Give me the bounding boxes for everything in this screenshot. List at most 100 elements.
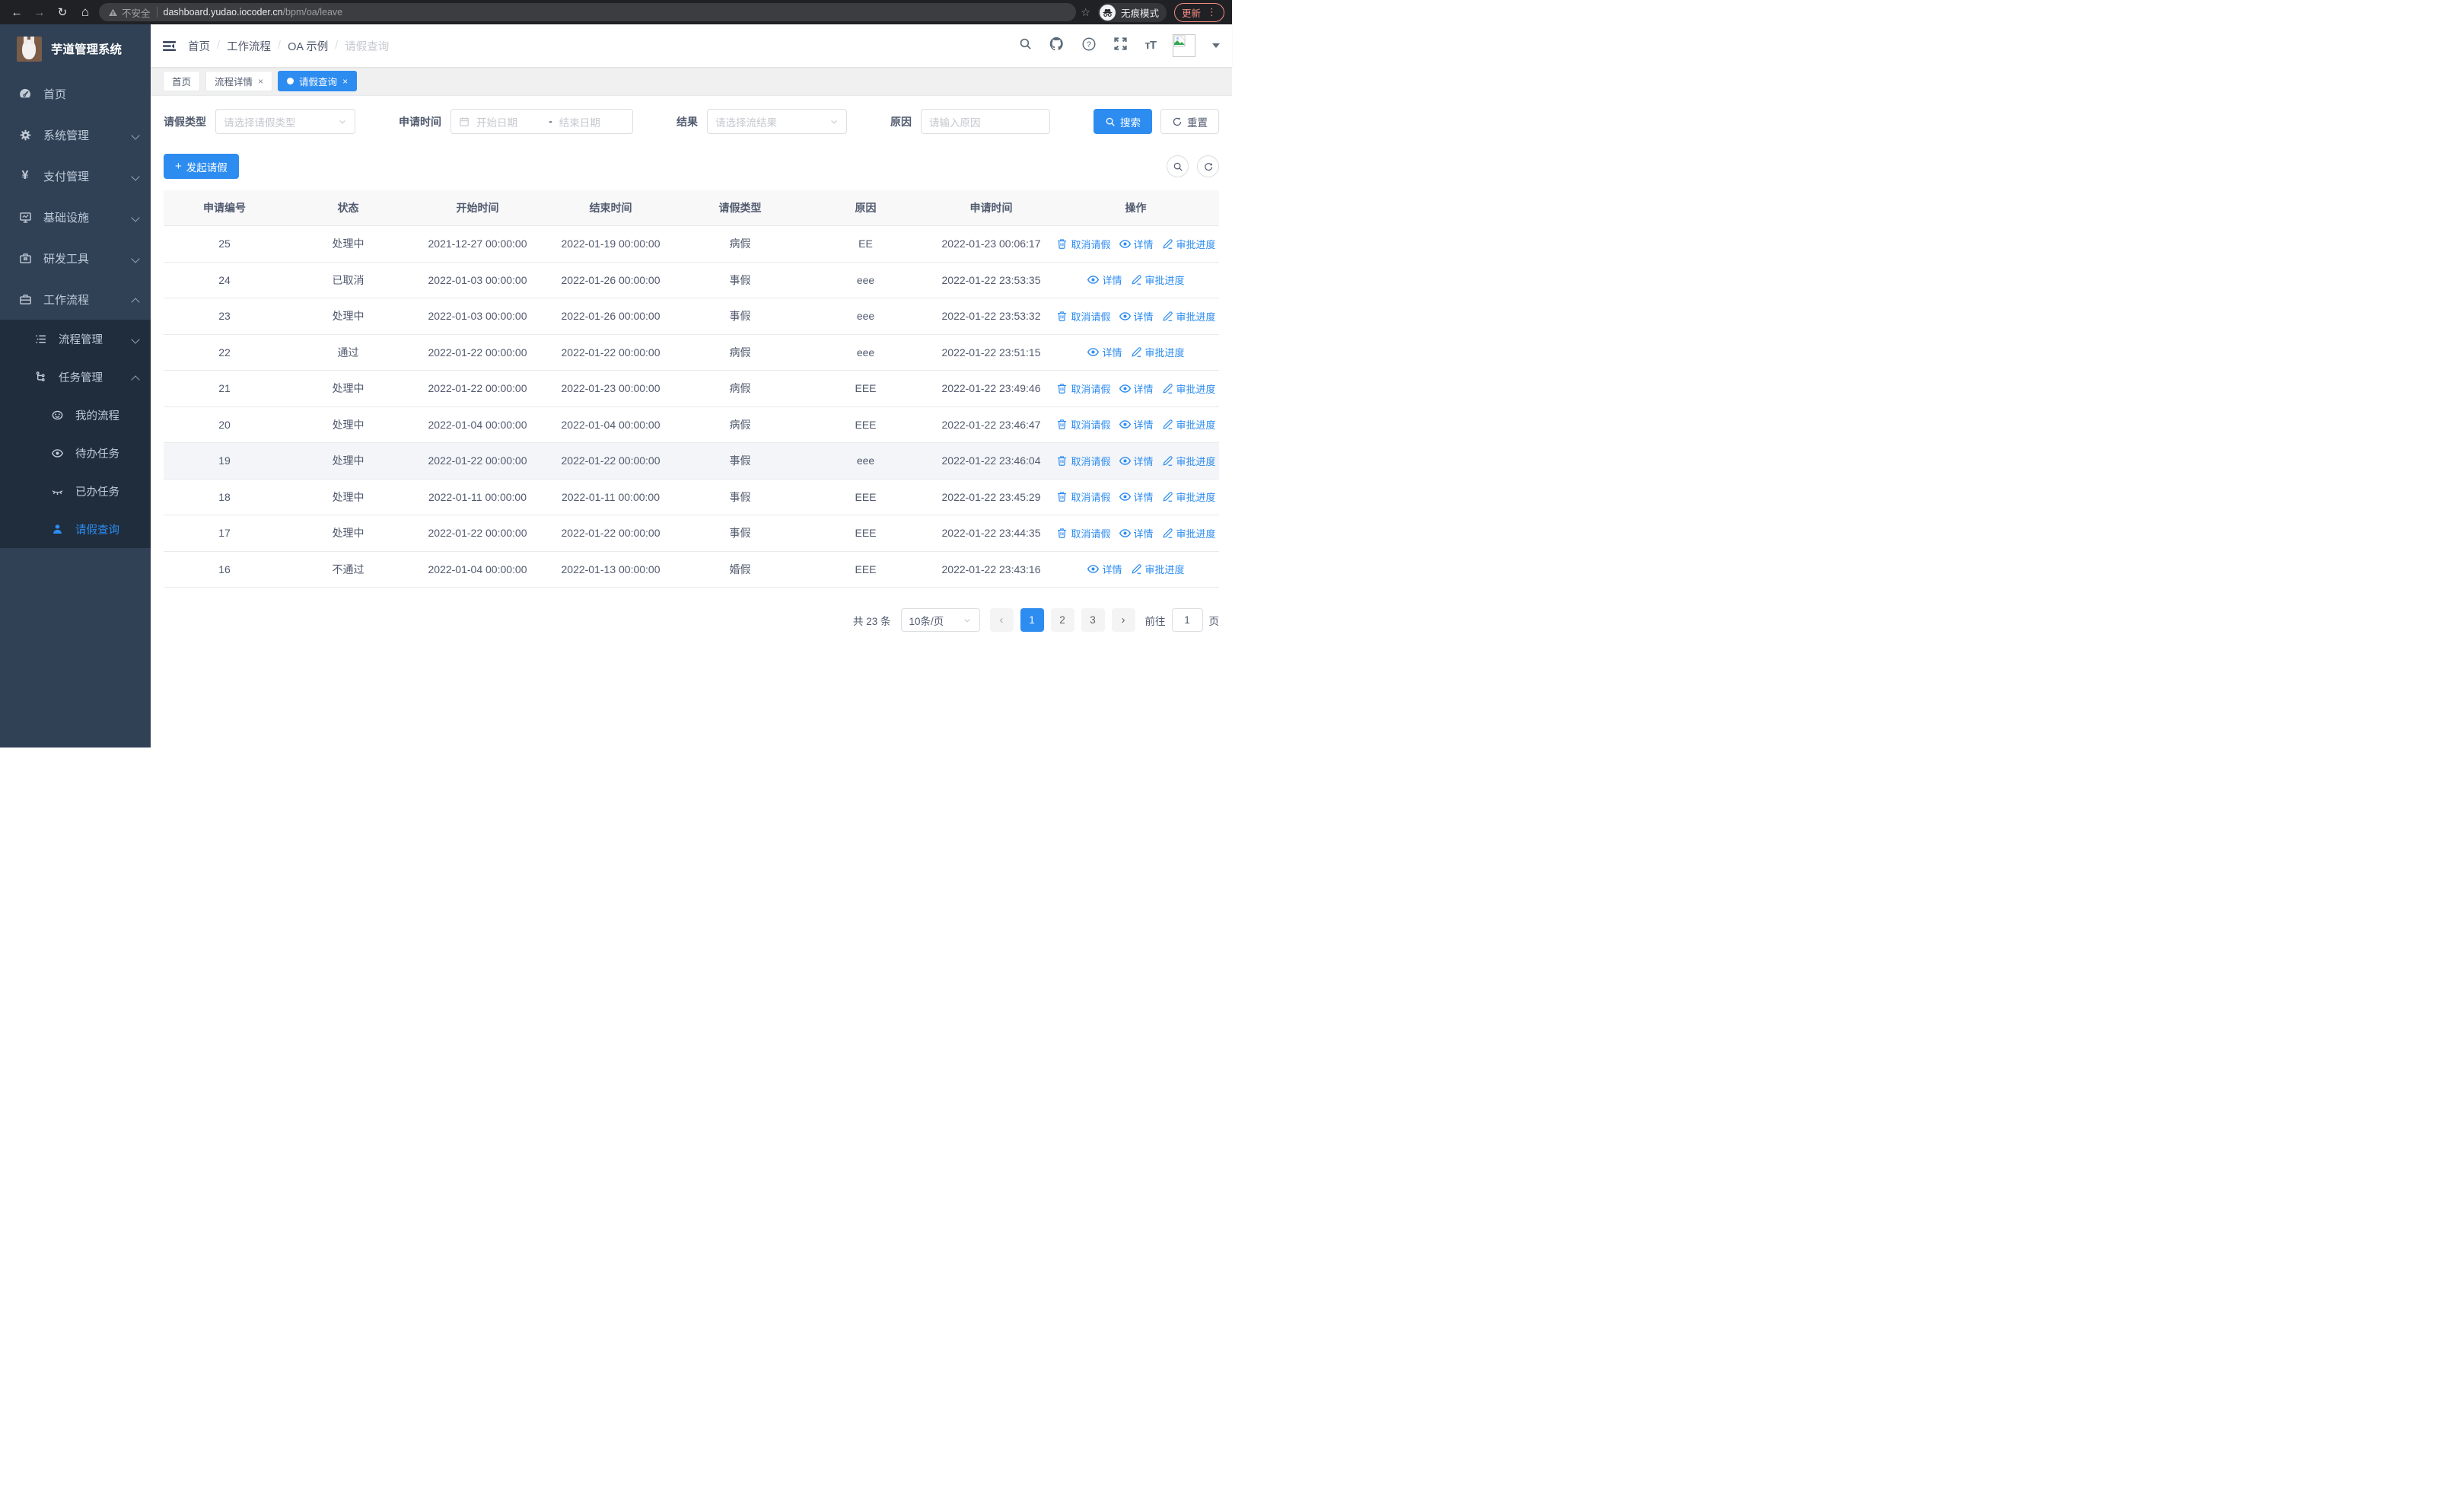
sidebar-item-devtools[interactable]: 研发工具 (0, 237, 151, 279)
create-leave-button[interactable]: + 发起请假 (164, 154, 239, 179)
breadcrumb-item[interactable]: OA 示例 (288, 38, 328, 54)
table-search-button[interactable] (1167, 155, 1189, 177)
detail-action-link[interactable]: 详情 (1087, 345, 1122, 359)
sidebar-item-system[interactable]: 系统管理 (0, 114, 151, 155)
table-row[interactable]: 17 处理中 2022-01-22 00:00:00 2022-01-22 00… (164, 515, 1219, 552)
table-row[interactable]: 24 已取消 2022-01-03 00:00:00 2022-01-26 00… (164, 262, 1219, 298)
sidebar-item-home[interactable]: 首页 (0, 73, 151, 114)
detail-action-link[interactable]: 详情 (1087, 273, 1122, 287)
address-bar[interactable]: 不安全 dashboard.yudao.iocoder.cn/bpm/oa/le… (99, 3, 1077, 21)
cell-end-time: 2022-01-26 00:00:00 (561, 273, 661, 286)
breadcrumb-item[interactable]: 首页 (188, 38, 210, 54)
cancel-action-link[interactable]: 取消请假 (1055, 309, 1111, 324)
page-size-select[interactable]: 10条/页 (900, 608, 980, 632)
progress-action-link[interactable]: 审批进度 (1161, 237, 1216, 251)
sidebar-item-my-process[interactable]: 我的流程 (0, 396, 151, 434)
browser-forward-button[interactable]: → (30, 3, 49, 21)
table-row[interactable]: 25 处理中 2021-12-27 00:00:00 2022-01-19 00… (164, 226, 1219, 263)
cancel-action-link[interactable]: 取消请假 (1055, 237, 1111, 251)
github-icon[interactable] (1049, 36, 1065, 56)
progress-action-link[interactable]: 审批进度 (1161, 381, 1216, 396)
tag-tab-1[interactable]: 流程详情 × (205, 71, 273, 91)
fullscreen-icon[interactable] (1113, 37, 1128, 55)
next-page-button[interactable]: › (1111, 608, 1135, 632)
sidebar-item-label: 我的流程 (75, 410, 119, 422)
progress-action-link[interactable]: 审批进度 (1161, 454, 1216, 468)
page-button-1[interactable]: 1 (1020, 608, 1044, 632)
cancel-action-link[interactable]: 取消请假 (1055, 417, 1111, 432)
sidebar-item-infra[interactable]: 基础设施 (0, 196, 151, 237)
sidebar-item-pay[interactable]: ¥ 支付管理 (0, 155, 151, 196)
browser-update-button[interactable]: 更新 ⋮ (1173, 2, 1224, 22)
cell-end-time: 2022-01-11 00:00:00 (562, 490, 660, 503)
apply-time-range-picker[interactable]: 开始日期 - 结束日期 (450, 109, 633, 134)
table-row[interactable]: 20 处理中 2022-01-04 00:00:00 2022-01-04 00… (164, 406, 1219, 443)
avatar-caret-icon[interactable] (1212, 43, 1220, 52)
progress-action-link[interactable]: 审批进度 (1161, 489, 1216, 504)
progress-action-link[interactable]: 审批进度 (1161, 309, 1216, 324)
breadcrumb-item[interactable]: 工作流程 (227, 38, 271, 54)
prev-page-button[interactable]: ‹ (989, 608, 1014, 632)
cancel-action-link[interactable]: 取消请假 (1055, 489, 1111, 504)
table-row[interactable]: 21 处理中 2022-01-22 00:00:00 2022-01-23 00… (164, 371, 1219, 407)
progress-action-link[interactable]: 审批进度 (1161, 417, 1216, 432)
bookmark-star-icon[interactable]: ☆ (1081, 6, 1090, 19)
close-icon[interactable]: × (342, 76, 348, 87)
close-icon[interactable]: × (258, 76, 263, 87)
breadcrumb-separator: / (278, 40, 282, 52)
cancel-action-link[interactable]: 取消请假 (1055, 454, 1111, 468)
browser-home-button[interactable]: ⌂ (76, 3, 94, 21)
table-toolbar: + 发起请假 (164, 154, 1219, 179)
goto-page-input[interactable]: 1 (1171, 608, 1203, 632)
search-icon[interactable] (1019, 37, 1032, 54)
detail-action-link[interactable]: 详情 (1087, 562, 1122, 576)
avatar[interactable] (1173, 34, 1195, 57)
help-icon[interactable]: ? (1081, 37, 1097, 56)
table-row[interactable]: 22 通过 2022-01-22 00:00:00 2022-01-22 00:… (164, 334, 1219, 371)
sidebar-item-process-mgmt[interactable]: 流程管理 (0, 320, 151, 358)
detail-action-link[interactable]: 详情 (1119, 526, 1154, 540)
progress-action-link[interactable]: 审批进度 (1130, 345, 1185, 359)
search-button[interactable]: 搜索 (1094, 109, 1152, 134)
tag-tab-0[interactable]: 首页 (163, 71, 201, 91)
result-select[interactable]: 请选择流结果 (707, 109, 847, 134)
reason-input[interactable]: 请输入原因 (921, 109, 1050, 134)
plus-icon: + (175, 160, 182, 173)
sidebar-item-todo-task[interactable]: 待办任务 (0, 434, 151, 472)
cell-leave-type: 婚假 (729, 563, 751, 575)
sidebar-item-leave-query[interactable]: 请假查询 (0, 510, 151, 548)
progress-action-link[interactable]: 审批进度 (1161, 526, 1216, 540)
leave-type-select[interactable]: 请选择请假类型 (215, 109, 355, 134)
browser-menu-icon[interactable]: ⋮ (1207, 6, 1217, 18)
table-row[interactable]: 19 处理中 2022-01-22 00:00:00 2022-01-22 00… (164, 443, 1219, 480)
page-button-2[interactable]: 2 (1050, 608, 1074, 632)
detail-action-link[interactable]: 详情 (1119, 489, 1154, 504)
table-row[interactable]: 23 处理中 2022-01-03 00:00:00 2022-01-26 00… (164, 298, 1219, 335)
table-refresh-button[interactable] (1197, 155, 1219, 177)
progress-action-link[interactable]: 审批进度 (1130, 562, 1185, 576)
tag-tab-2[interactable]: 请假查询 × (278, 71, 358, 91)
detail-action-link[interactable]: 详情 (1119, 309, 1154, 324)
browser-reload-button[interactable]: ↻ (53, 3, 72, 21)
detail-action-link[interactable]: 详情 (1119, 381, 1154, 396)
table-row[interactable]: 18 处理中 2022-01-11 00:00:00 2022-01-11 00… (164, 479, 1219, 515)
detail-action-link[interactable]: 详情 (1119, 237, 1154, 251)
table-row[interactable]: 16 不通过 2022-01-04 00:00:00 2022-01-13 00… (164, 551, 1219, 588)
reset-button[interactable]: 重置 (1160, 109, 1219, 134)
eye-icon (1119, 310, 1132, 323)
cell-actions: 取消请假 详情 审批进度 (1054, 237, 1218, 251)
sidebar-item-task-mgmt[interactable]: 任务管理 (0, 358, 151, 396)
sidebar-item-workflow[interactable]: 工作流程 (0, 279, 151, 320)
detail-action-link[interactable]: 详情 (1119, 454, 1154, 468)
cancel-action-link[interactable]: 取消请假 (1055, 381, 1111, 396)
security-indicator[interactable]: 不安全 (108, 5, 151, 20)
detail-action-link[interactable]: 详情 (1119, 417, 1154, 432)
browser-back-button[interactable]: ← (8, 3, 26, 21)
pen-icon (1130, 273, 1143, 286)
page-button-3[interactable]: 3 (1081, 608, 1105, 632)
sidebar-collapse-icon[interactable] (161, 38, 177, 54)
progress-action-link[interactable]: 审批进度 (1130, 273, 1185, 287)
font-size-icon[interactable]: ᴛT (1144, 39, 1156, 53)
sidebar-item-done-task[interactable]: 已办任务 (0, 472, 151, 510)
cancel-action-link[interactable]: 取消请假 (1055, 526, 1111, 540)
